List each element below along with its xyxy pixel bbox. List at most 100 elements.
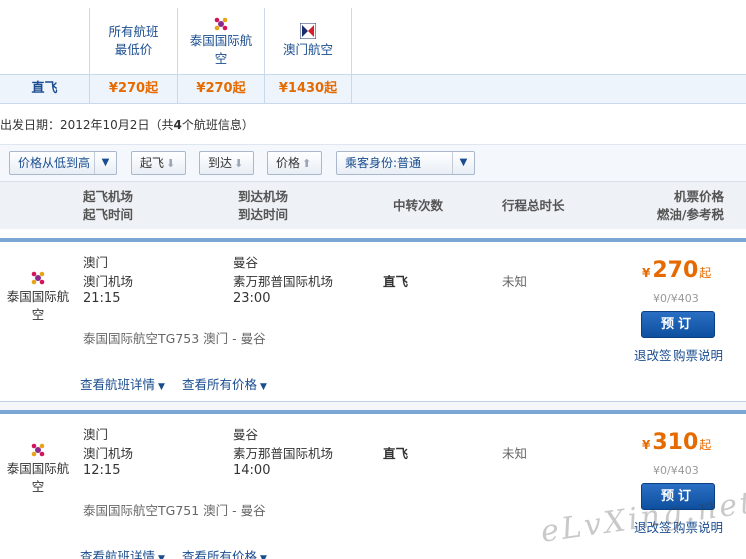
airline-price-matrix: 所有航班 最低价 泰国国际航 空 澳门航空 直飞 ¥270起 ¥270起 ¥14… <box>0 0 746 104</box>
sort-arrow-down-icon: ⬇ <box>166 157 176 170</box>
matrix-header-row: 所有航班 最低价 泰国国际航 空 澳门航空 <box>0 8 746 74</box>
arrival-airport: 素万那普国际机场 <box>233 446 334 461</box>
matrix-header-all-line1: 所有航班 <box>108 24 159 39</box>
col-price: 机票价格 燃油/参考税 <box>648 188 724 224</box>
arrival-time: 23:00 <box>233 291 271 306</box>
sort-arrive-label: 到达 <box>208 156 233 170</box>
col-price-label: 机票价格 <box>673 189 724 204</box>
matrix-header-air-macau[interactable]: 澳门航空 <box>264 8 351 74</box>
all-prices-link[interactable]: 查看所有价格 ▼ <box>182 374 267 393</box>
thai-airways-logo-icon <box>213 16 229 32</box>
passenger-type-label: 乘客身份:普通 <box>345 156 422 170</box>
departure-time: 12:15 <box>83 463 121 478</box>
airline-name-line1: 泰国国际航 <box>6 289 70 304</box>
results-column-header: 起飞机场 起飞时间 到达机场 到达时间 中转次数 行程总时长 机票价格 燃油/参… <box>0 181 746 229</box>
departure-airport: 澳门机场 <box>83 274 134 289</box>
departure-city: 澳门 <box>83 255 109 270</box>
matrix-header-all-flights[interactable]: 所有航班 最低价 <box>89 8 177 74</box>
ticket-price: ¥310起 <box>642 430 711 455</box>
matrix-header-macau-line1: 澳门航空 <box>282 42 333 57</box>
chevron-down-icon: ▼ <box>452 152 474 174</box>
arrival-city: 曼谷 <box>233 427 259 442</box>
flight-count: 4 <box>173 118 182 132</box>
sort-arrow-down-icon: ⬇ <box>234 157 244 170</box>
fuel-tax: ¥0/¥403 <box>653 292 699 305</box>
flight-row: 泰国国际航 空 澳门 澳门机场 21:15 曼谷 素万那普国际机场 23:00 … <box>0 238 746 402</box>
chevron-down-icon: ▼ <box>158 554 165 559</box>
sort-depart-label: 起飞 <box>140 156 165 170</box>
price-sort-dropdown[interactable]: 价格从低到高 ▼ <box>9 151 117 175</box>
all-prices-label: 查看所有价格 <box>182 549 258 559</box>
flight-details-link[interactable]: 查看航班详情 ▼ <box>80 374 165 393</box>
flight-details-link[interactable]: 查看航班详情 ▼ <box>80 546 165 559</box>
transfer-count: 直飞 <box>383 446 409 461</box>
sort-price-label: 价格 <box>276 156 301 170</box>
airline-name-line1: 泰国国际航 <box>6 461 70 476</box>
flight-number-route: 泰国国际航空TG751 澳门 - 曼谷 <box>83 503 266 518</box>
purchase-notes-link[interactable]: 购票说明 <box>673 345 723 364</box>
flight-number-route: 泰国国际航空TG753 澳门 - 曼谷 <box>83 331 266 346</box>
air-macau-logo-icon <box>299 22 317 41</box>
all-prices-link[interactable]: 查看所有价格 ▼ <box>182 546 267 559</box>
price-suffix: 起 <box>699 438 712 452</box>
departure-airport: 澳门机场 <box>83 446 134 461</box>
price-sort-label: 价格从低到高 <box>18 156 91 170</box>
sort-arrive-button[interactable]: 到达 ⬇ <box>199 151 254 175</box>
arrival-time: 14:00 <box>233 463 271 478</box>
thai-airways-logo-icon <box>30 442 46 458</box>
col-arr-airport: 到达机场 <box>238 189 289 204</box>
col-dep-time: 起飞时间 <box>83 207 134 222</box>
departure-time: 21:15 <box>83 291 121 306</box>
col-arrival: 到达机场 到达时间 <box>238 188 288 224</box>
flight-details-label: 查看航班详情 <box>80 377 156 392</box>
arrival-city: 曼谷 <box>233 255 259 270</box>
sort-price-button[interactable]: 价格 ⬆ <box>267 151 322 175</box>
matrix-header-all-line2: 最低价 <box>114 42 153 57</box>
matrix-price-thai[interactable]: ¥270起 <box>177 75 264 103</box>
col-transfers: 中转次数 <box>393 198 444 213</box>
matrix-header-thai-line1: 泰国国际航 <box>189 33 253 48</box>
matrix-price-all[interactable]: ¥270起 <box>89 75 177 103</box>
sort-toolbar: 价格从低到高 ▼ 起飞 ⬇ 到达 ⬇ 价格 ⬆ 乘客身份:普通 ▼ <box>0 144 746 181</box>
matrix-header-thai-airways[interactable]: 泰国国际航 空 <box>177 8 264 74</box>
matrix-price-macau[interactable]: ¥1430起 <box>264 75 351 103</box>
flight-details-label: 查看航班详情 <box>80 549 156 559</box>
airline-name-line2: 空 <box>31 479 45 494</box>
col-arr-time: 到达时间 <box>238 207 289 222</box>
chevron-down-icon: ▼ <box>260 554 267 559</box>
price-value: 310 <box>652 430 699 455</box>
price-currency: ¥ <box>642 438 651 452</box>
passenger-type-select[interactable]: 乘客身份:普通 ▼ <box>336 151 475 175</box>
col-dep-airport: 起飞机场 <box>83 189 134 204</box>
date-prefix: 出发日期：2012年10月2日（共 <box>0 118 174 132</box>
price-suffix: 起 <box>699 266 712 280</box>
chevron-down-icon: ▼ <box>158 382 165 392</box>
fuel-tax: ¥0/¥403 <box>653 464 699 477</box>
sort-depart-button[interactable]: 起飞 ⬇ <box>131 151 186 175</box>
transfer-count: 直飞 <box>383 274 409 289</box>
arrival-airport: 素万那普国际机场 <box>233 274 334 289</box>
date-suffix: 个航班信息） <box>181 118 254 132</box>
change-refund-rules-link[interactable]: 退改签 <box>634 345 672 364</box>
chevron-down-icon: ▼ <box>260 382 267 392</box>
matrix-direct-row: 直飞 ¥270起 ¥270起 ¥1430起 <box>0 74 746 104</box>
airline-name: 泰国国际航 空 <box>4 288 72 324</box>
ticket-price: ¥270起 <box>642 258 711 283</box>
price-currency: ¥ <box>642 266 651 280</box>
trip-duration: 未知 <box>502 446 528 461</box>
sort-arrow-up-icon: ⬆ <box>302 157 312 170</box>
price-value: 270 <box>652 258 699 283</box>
col-duration: 行程总时长 <box>502 198 565 213</box>
col-departure: 起飞机场 起飞时间 <box>83 188 133 224</box>
book-button[interactable]: 预订 <box>641 311 715 338</box>
matrix-row-label: 直飞 <box>31 81 58 96</box>
departure-date-summary: 出发日期：2012年10月2日（共4个航班信息） <box>0 116 254 133</box>
all-prices-label: 查看所有价格 <box>182 377 258 392</box>
airline-name: 泰国国际航 空 <box>4 460 72 496</box>
col-tax-label: 燃油/参考税 <box>656 207 724 222</box>
matrix-right-border <box>351 8 352 104</box>
thai-airways-logo-icon <box>30 270 46 286</box>
chevron-down-icon: ▼ <box>94 152 116 174</box>
matrix-header-thai-line2: 空 <box>214 51 228 66</box>
trip-duration: 未知 <box>502 274 528 289</box>
